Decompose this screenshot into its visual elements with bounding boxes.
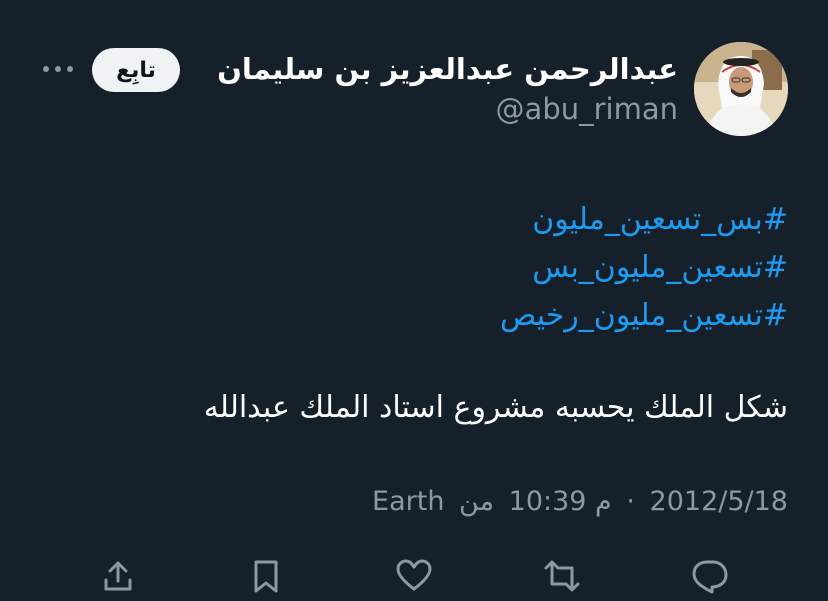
hashtag-link[interactable]: #تسعين_مليون_بس [88, 244, 788, 292]
follow-button[interactable]: تابِع [92, 48, 180, 92]
more-options-icon[interactable] [38, 54, 78, 84]
hashtag-link[interactable]: #تسعين_مليون_رخيص [88, 292, 788, 340]
tweet-time[interactable]: 10:39 م [509, 486, 612, 517]
author-display-name[interactable]: عبدالرحمن عبدالعزيز بن سليمان [217, 52, 678, 86]
tweet-text: شكل الملك يحسبه مشروع استاد الملك عبدالل… [203, 390, 788, 425]
reply-icon[interactable] [690, 556, 730, 596]
tweet-source[interactable]: Earth [372, 486, 444, 517]
author-handle[interactable]: @abu_riman [496, 92, 678, 126]
hashtag-link[interactable]: #بس_تسعين_مليون [88, 196, 788, 244]
tweet-date[interactable]: 2012/5/18 [650, 486, 788, 517]
tweet-meta: Earth من 10:39 م · 2012/5/18 [28, 486, 788, 517]
follow-button-label: تابِع [116, 57, 156, 83]
share-icon[interactable] [98, 556, 138, 596]
bookmark-icon[interactable] [246, 556, 286, 596]
meta-separator: · [626, 486, 635, 517]
tweet-hashtags: #بس_تسعين_مليون #تسعين_مليون_بس #تسعين_م… [88, 196, 788, 340]
retweet-icon[interactable] [542, 556, 582, 596]
tweet-actions [0, 548, 828, 601]
tweet-source-prefix: من [459, 486, 495, 517]
tweet-view: تابِع عبدالرحمن عبدالعزيز بن سليمان @abu… [0, 0, 828, 601]
like-icon[interactable] [394, 556, 434, 596]
avatar[interactable] [694, 42, 788, 136]
